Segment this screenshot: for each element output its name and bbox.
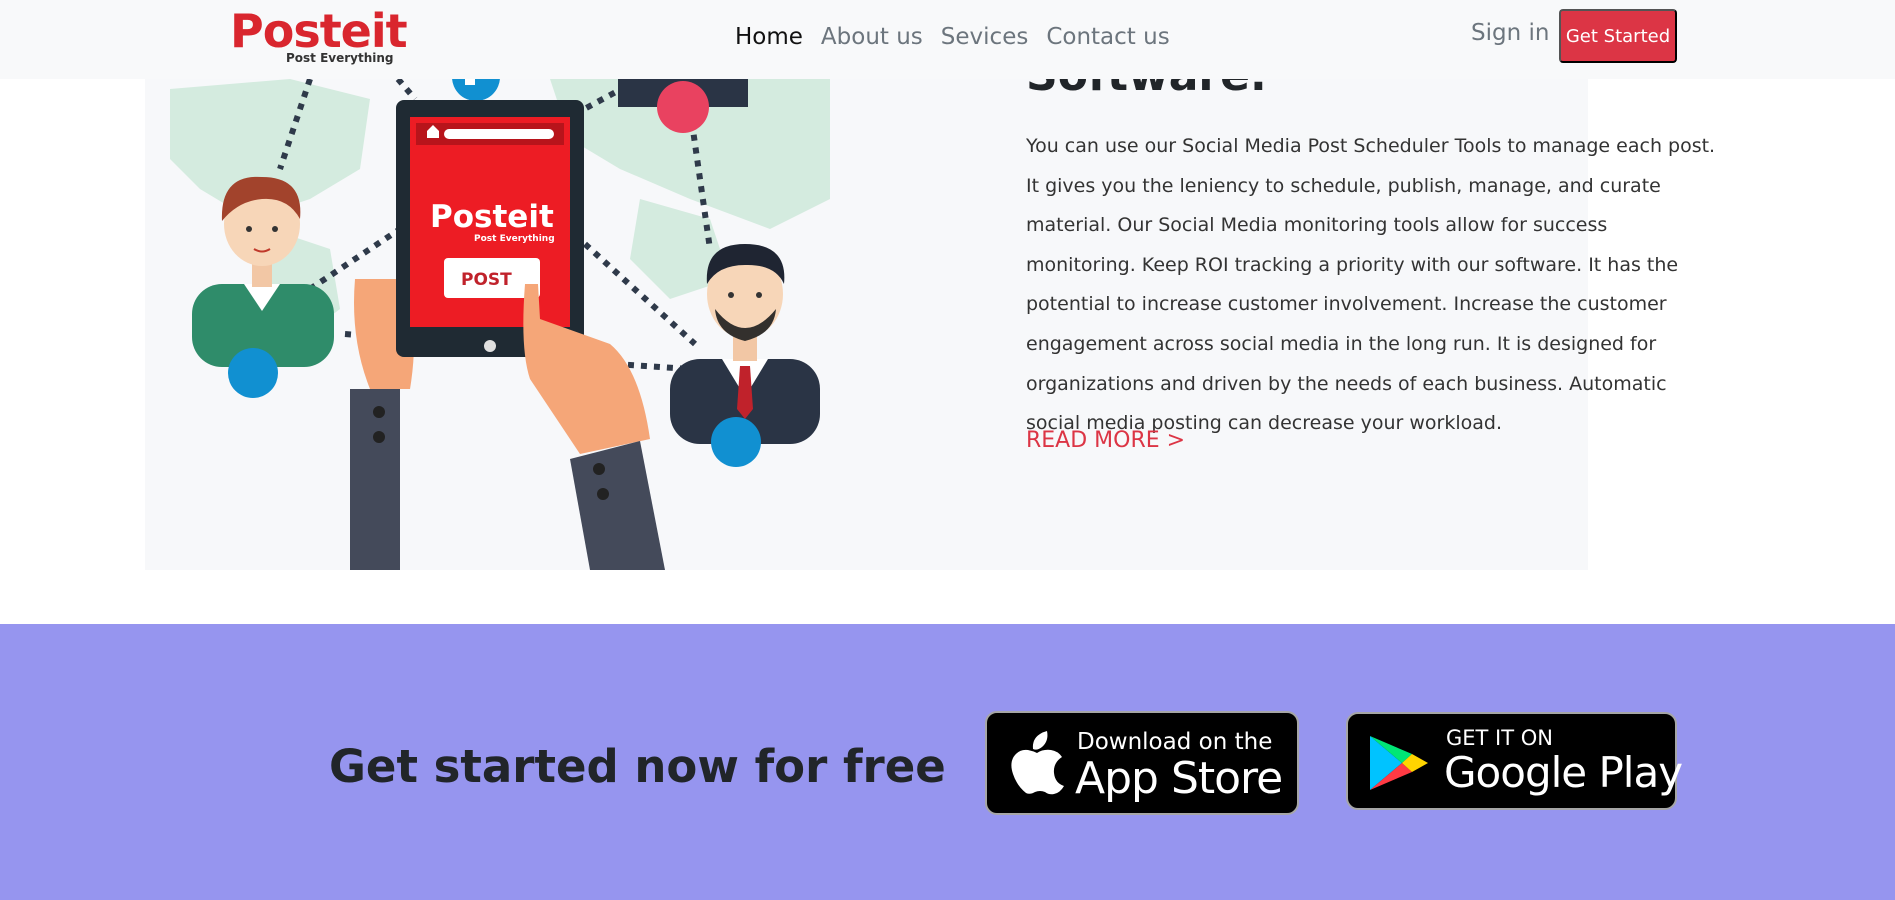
app-store-line1: Download on the (1077, 729, 1273, 755)
feature-description: You can use our Social Media Post Schedu… (1026, 135, 1716, 435)
apple-icon (1011, 731, 1064, 795)
get-started-button[interactable]: Get Started (1559, 9, 1677, 63)
nav-link-home[interactable]: Home (735, 20, 803, 54)
tablet-logo: Posteit (430, 199, 554, 235)
google-play-badge[interactable]: GET IT ON Google Play (1346, 712, 1683, 810)
cta-section: Get started now for free Download on the… (0, 624, 1895, 900)
nav-link-contact[interactable]: Contact us (1046, 20, 1169, 54)
social-media-illustration: Posteit Post Everything POST (170, 79, 830, 570)
logo-wordmark: Posteit (230, 4, 408, 58)
google-play-line2: Google Play (1444, 748, 1683, 797)
feature-section: Posteit Post Everything POST Software. Y… (145, 0, 1715, 570)
nav-links: Home About us Sevices Contact us (735, 20, 1188, 54)
tablet-tagline: Post Everything (474, 234, 555, 244)
nav-link-services[interactable]: Sevices (941, 20, 1029, 54)
nav-link-about[interactable]: About us (821, 20, 923, 54)
logo-tagline: Post Everything (286, 51, 394, 65)
google-play-icon (1370, 736, 1428, 790)
posteit-logo[interactable]: Posteit Post Everything (230, 6, 408, 66)
google-play-line1: GET IT ON (1446, 726, 1553, 750)
app-store-badge[interactable]: Download on the App Store (985, 711, 1299, 815)
top-navbar: Posteit Post Everything Home About us Se… (0, 0, 1895, 79)
tablet-post-button: POST (461, 270, 512, 290)
sign-in-link[interactable]: Sign in (1471, 16, 1549, 50)
cta-heading: Get started now for free (329, 740, 946, 793)
read-more-link[interactable]: READ MORE > (1026, 428, 1185, 453)
app-store-line2: App Store (1075, 753, 1283, 804)
